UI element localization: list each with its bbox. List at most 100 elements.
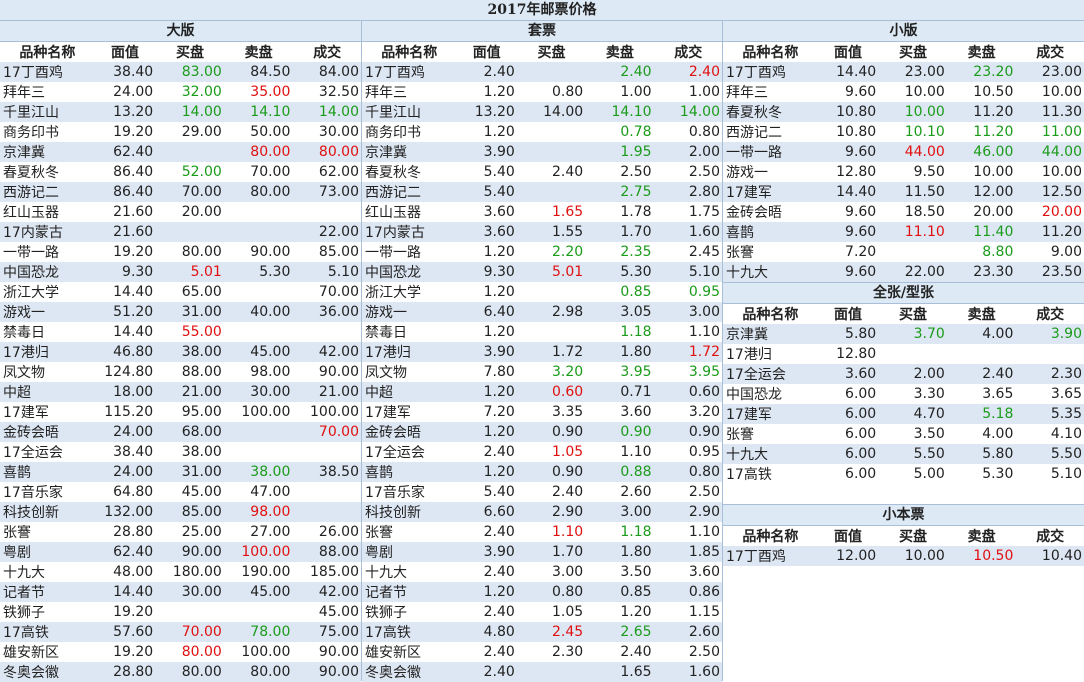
cell-face: 9.60 <box>845 84 877 100</box>
cell-face: 9.30 <box>93 262 156 282</box>
cell-deal: 2.80 <box>653 182 722 202</box>
cell-ask: 40.00 <box>223 302 293 322</box>
table-row: 千里江山 13.20 14.00 14.10 14.00 <box>0 102 361 122</box>
table-row: 喜鹊 24.00 31.00 38.00 38.50 <box>0 462 361 482</box>
cell-ask: 3.00 <box>585 502 654 522</box>
table-row: 一带一路 19.20 80.00 90.00 85.00 <box>0 242 361 262</box>
cell-bid: 5.00 <box>913 466 945 482</box>
cell-face: 38.40 <box>113 444 154 460</box>
cell-bid: 38.00 <box>181 444 222 460</box>
cell-name: 千里江山 <box>0 102 94 122</box>
col-header-face: 面值 <box>111 45 140 61</box>
cell-deal: 5.10 <box>653 262 722 282</box>
cell-bid: 22.00 <box>878 262 947 282</box>
cell-ask <box>224 322 293 342</box>
cell-name: 春夏秋冬 <box>3 165 59 181</box>
cell-deal: 85.00 <box>318 244 359 260</box>
cell-bid <box>516 62 586 82</box>
col-header-face: 面值 <box>834 45 863 61</box>
cell-bid: 38.00 <box>155 342 224 362</box>
cell-face: 1.20 <box>455 462 517 482</box>
cell-face: 24.00 <box>93 422 156 442</box>
cell-deal: 1.72 <box>653 342 722 362</box>
table-row: 一带一路 9.60 44.00 46.00 44.00 <box>723 142 1084 162</box>
cell-bid: 3.00 <box>552 564 584 580</box>
cell-deal: 32.50 <box>318 84 359 100</box>
cell-face: 86.40 <box>93 182 156 202</box>
cell-deal: 36.00 <box>292 302 361 322</box>
cell-face: 12.80 <box>836 164 877 180</box>
cell-bid: 11.10 <box>878 222 947 242</box>
cell-deal: 42.00 <box>292 582 361 602</box>
table-row: 17港归 46.80 38.00 45.00 42.00 <box>0 342 361 362</box>
cell-name: 17全运会 <box>723 364 817 384</box>
cell-name: 粤剧 <box>0 542 94 562</box>
table-row: 浙江大学 1.20 0.85 0.95 <box>362 282 722 302</box>
cell-deal: 44.00 <box>1015 142 1084 162</box>
cell-deal: 45.00 <box>318 604 359 620</box>
cell-deal: 62.00 <box>318 164 359 180</box>
cell-name: 17全运会 <box>365 445 425 461</box>
cell-face: 14.40 <box>113 324 154 340</box>
cell-name: 拜年三 <box>726 85 768 101</box>
cell-bid: 180.00 <box>172 564 222 580</box>
table-row: 粤剧 62.40 90.00 100.00 88.00 <box>0 542 361 562</box>
cell-ask <box>224 442 293 462</box>
cell-bid: 9.50 <box>913 164 945 180</box>
col-header-face: 面值 <box>834 307 863 323</box>
cell-ask: 38.00 <box>223 462 293 482</box>
cell-bid: 10.00 <box>904 84 945 100</box>
table-row: 粤剧 3.90 1.70 1.80 1.85 <box>362 542 722 562</box>
cell-bid: 2.40 <box>552 164 584 180</box>
cell-bid: 2.30 <box>552 644 584 660</box>
cell-bid: 3.20 <box>552 364 584 380</box>
cell-face: 1.20 <box>455 422 517 442</box>
panel-booklet-header: 小本票 <box>723 504 1084 526</box>
cell-deal <box>292 482 361 502</box>
cell-face: 9.60 <box>816 222 879 242</box>
cell-bid <box>155 142 224 162</box>
cell-ask <box>947 344 1016 364</box>
cell-name: 17音乐家 <box>365 485 425 501</box>
cell-face: 19.20 <box>113 124 154 140</box>
cell-name: 雄安新区 <box>365 645 421 661</box>
cell-bid: 1.10 <box>552 524 584 540</box>
table-row: 拜年三 24.00 32.00 35.00 32.50 <box>0 82 361 102</box>
cell-ask: 1.70 <box>585 222 654 242</box>
table-small: 品种名称 面值 买盘 卖盘 成交 17丁酉鸡 14.40 23.00 23.20 23.00 拜年三… <box>723 42 1084 282</box>
cell-ask: 45.00 <box>223 342 293 362</box>
cell-face: 2.40 <box>483 604 515 620</box>
cell-deal: 2.45 <box>688 244 720 260</box>
cell-deal: 26.00 <box>318 524 359 540</box>
cell-deal: 1.10 <box>688 324 720 340</box>
cell-face: 2.40 <box>455 662 517 682</box>
cell-face: 24.00 <box>93 462 156 482</box>
table-row: 京津冀 62.40 80.00 80.00 <box>0 142 361 162</box>
cell-ask: 2.75 <box>585 182 654 202</box>
cell-face: 62.40 <box>93 542 156 562</box>
cell-ask: 8.80 <box>982 244 1014 260</box>
table-row: 雄安新区 19.20 80.00 100.00 90.00 <box>0 642 361 662</box>
col-header-deal: 成交 <box>674 45 703 61</box>
cell-ask: 98.00 <box>250 364 291 380</box>
cell-face: 3.90 <box>455 142 517 162</box>
table-row: 浙江大学 14.40 65.00 70.00 <box>0 282 361 302</box>
table-row: 17全运会 3.60 2.00 2.40 2.30 <box>723 364 1084 384</box>
cell-name: 游戏一 <box>0 302 94 322</box>
cell-deal: 3.20 <box>688 404 720 420</box>
cell-bid: 25.00 <box>181 524 222 540</box>
cell-face: 6.00 <box>845 426 877 442</box>
cell-name: 17港归 <box>362 342 456 362</box>
cell-face: 51.20 <box>93 302 156 322</box>
table-row: 17内蒙古 3.60 1.55 1.70 1.60 <box>362 222 722 242</box>
cell-name: 张謇 <box>726 245 754 261</box>
cell-face: 9.30 <box>455 262 517 282</box>
table-row: 17内蒙古 21.60 22.00 <box>0 222 361 242</box>
cell-name: 禁毒日 <box>3 325 45 341</box>
cell-bid: 70.00 <box>155 182 224 202</box>
table-row: 西游记二 5.40 2.75 2.80 <box>362 182 722 202</box>
cell-bid <box>517 322 585 342</box>
cell-deal: 9.00 <box>1050 244 1082 260</box>
table-row: 17高铁 57.60 70.00 78.00 75.00 <box>0 622 361 642</box>
cell-name: 喜鹊 <box>362 462 456 482</box>
